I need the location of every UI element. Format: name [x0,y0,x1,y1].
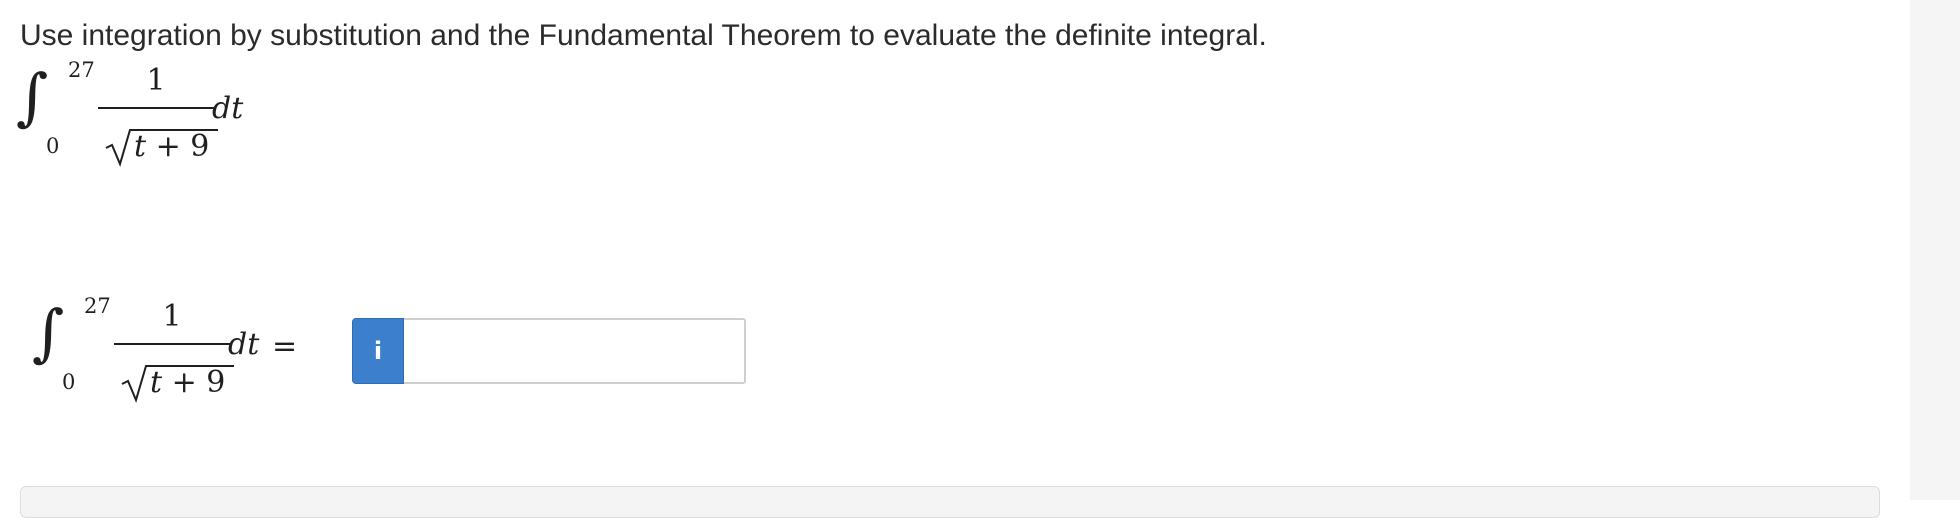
answer-input-group: i [352,318,746,384]
upper-limit: 27 [68,58,95,82]
denominator: t + 9 [134,132,209,162]
numerator: 1 [146,63,166,98]
answer-input[interactable] [404,318,746,384]
info-icon: i [373,337,383,365]
upper-limit: 27 [84,294,111,318]
radicand-constant: + 9 [162,365,226,400]
lower-limit: 0 [62,370,76,394]
radicand-variable: t [134,129,147,164]
numerator: 1 [162,299,182,334]
fraction-bar [98,107,214,109]
equals-sign: = [272,329,298,364]
integral-sign: ∫ [32,296,65,369]
differential: dt [212,91,244,126]
integral-sign: ∫ [16,60,49,133]
fraction-bar [114,343,230,345]
next-section-panel [20,486,1880,518]
integral-answer-row: ∫ 27 0 1 t + 9 dt = [0,280,340,420]
denominator: t + 9 [150,368,225,398]
radicand-variable: t [150,365,163,400]
lower-limit: 0 [46,134,60,158]
right-gutter [1910,0,1960,500]
radicand-constant: + 9 [146,129,210,164]
info-button[interactable]: i [352,318,404,384]
integral-display: ∫ 27 0 1 t + 9 dt [0,0,300,180]
question-area: Use integration by substitution and the … [0,0,1910,518]
differential: dt [228,327,260,362]
